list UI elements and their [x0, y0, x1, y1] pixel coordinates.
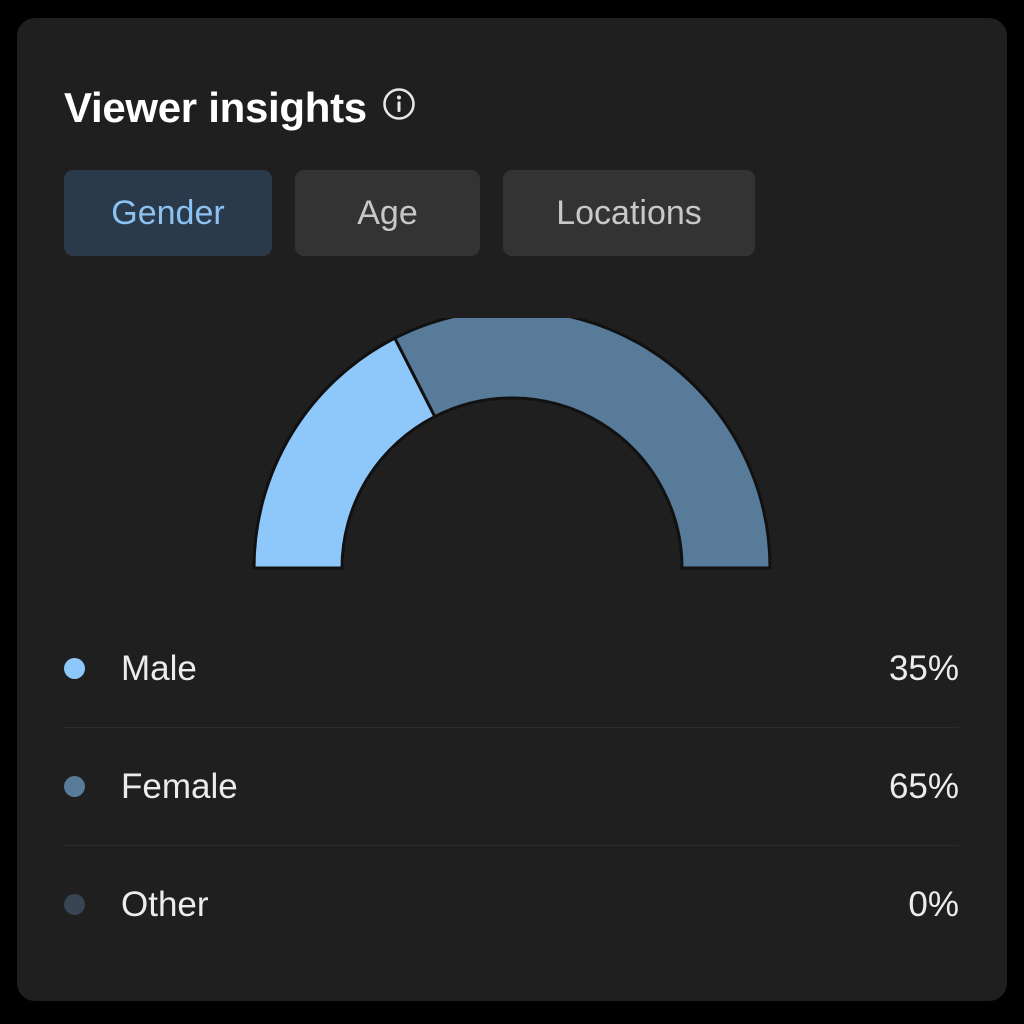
legend-value-other: 0% [908, 884, 959, 924]
tab-age[interactable]: Age [295, 170, 480, 256]
tab-bar: Gender Age Locations [64, 170, 755, 256]
chart-slice-female[interactable] [392, 318, 772, 570]
card-title: Viewer insights [64, 84, 367, 131]
tab-locations[interactable]: Locations [503, 170, 755, 256]
info-circle-icon-svg [383, 88, 415, 120]
legend-value-female: 65% [888, 766, 959, 806]
card-header: Viewer insights [64, 78, 417, 138]
legend-row-female: Female 65% [64, 727, 959, 845]
legend-dot-other [64, 894, 85, 915]
gender-legend: Male 35% Female 65% Other 0% [64, 610, 959, 963]
viewer-insights-card: Viewer insights Gender Age Locations Mal… [17, 18, 1007, 1001]
legend-row-male: Male 35% [64, 610, 959, 727]
chart-slice-male[interactable] [252, 336, 437, 570]
legend-dot-female [64, 776, 85, 797]
legend-label-female: Female [121, 766, 238, 806]
legend-dot-male [64, 658, 85, 679]
legend-label-other: Other [121, 884, 209, 924]
legend-value-male: 35% [888, 648, 959, 688]
info-circle-icon[interactable] [381, 86, 417, 122]
legend-label-male: Male [121, 648, 197, 688]
tab-gender[interactable]: Gender [64, 170, 272, 256]
gender-half-donut-chart [252, 318, 772, 570]
legend-row-other: Other 0% [64, 845, 959, 963]
